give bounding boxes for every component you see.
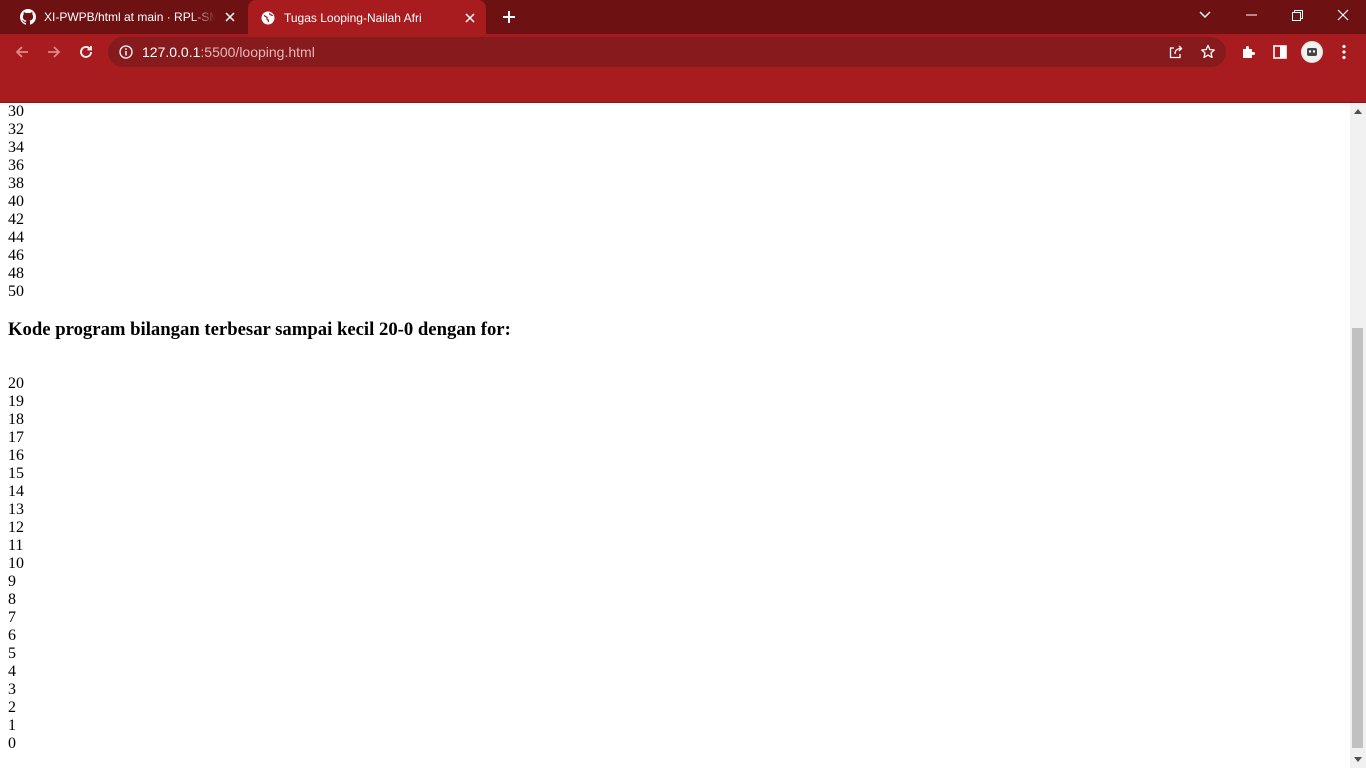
scrollbar-thumb[interactable] — [1352, 328, 1363, 748]
number-line: 19 — [8, 393, 24, 410]
new-tab-button[interactable] — [498, 7, 520, 27]
page-viewport: 30 32 34 36 38 40 42 44 46 48 50 Kode program bila… — [0, 103, 1350, 768]
back-button[interactable] — [8, 38, 36, 66]
page-content: 30 32 34 36 38 40 42 44 46 48 50 Kode program bila… — [8, 103, 511, 753]
tab-looping[interactable]: Tugas Looping-Nailah Afri — [248, 0, 486, 35]
browser-toolbar: 127.0.0.1:5500/looping.html — [0, 34, 1366, 70]
avatar-icon — [1301, 41, 1323, 63]
tab-github[interactable]: XI-PWPB/html at main · RPL-SMK — [8, 0, 246, 34]
side-panel-icon[interactable] — [1266, 38, 1294, 66]
minimize-button[interactable] — [1228, 0, 1274, 30]
tab-title: Tugas Looping-Nailah Afri — [284, 10, 422, 25]
number-line: 34 — [8, 139, 24, 156]
profile-avatar[interactable] — [1298, 38, 1326, 66]
countdown-output: 20 19 18 17 16 15 14 13 12 11 10 9 8 7 6 5 4 3 2 1 0 — [8, 375, 511, 753]
number-line: 20 — [8, 375, 24, 392]
even-numbers-output: 30 32 34 36 38 40 42 44 46 48 50 — [8, 103, 511, 301]
url-path: :5500/looping.html — [200, 44, 315, 60]
number-line: 2 — [8, 699, 16, 716]
number-line: 11 — [8, 537, 24, 554]
globe-icon — [260, 10, 276, 26]
close-icon[interactable] — [222, 9, 238, 25]
number-line: 36 — [8, 157, 24, 174]
number-line: 32 — [8, 121, 24, 138]
url-text[interactable]: 127.0.0.1:5500/looping.html — [142, 44, 315, 60]
forward-button[interactable] — [40, 38, 68, 66]
number-line: 7 — [8, 609, 16, 626]
reload-button[interactable] — [72, 38, 100, 66]
number-line: 50 — [8, 283, 24, 300]
number-line: 9 — [8, 573, 16, 590]
number-line: 8 — [8, 591, 16, 608]
scroll-up-arrow-icon[interactable] — [1350, 103, 1366, 120]
menu-kebab-icon[interactable] — [1330, 38, 1358, 66]
number-line: 38 — [8, 175, 24, 192]
number-line: 12 — [8, 519, 24, 536]
scroll-down-arrow-icon[interactable] — [1350, 751, 1366, 768]
number-line: 13 — [8, 501, 24, 518]
number-line: 16 — [8, 447, 24, 464]
close-window-button[interactable] — [1320, 0, 1366, 30]
number-line: 5 — [8, 645, 16, 662]
section-heading: Kode program bilangan terbesar sampai ke… — [8, 319, 511, 340]
number-line: 15 — [8, 465, 24, 482]
github-icon — [20, 9, 36, 25]
info-icon[interactable] — [118, 44, 134, 60]
number-line: 40 — [8, 193, 24, 210]
number-line: 14 — [8, 483, 24, 500]
number-line: 42 — [8, 211, 24, 228]
number-line: 48 — [8, 265, 24, 282]
extensions-icon[interactable] — [1234, 38, 1262, 66]
number-line: 10 — [8, 555, 24, 572]
tab-strip: XI-PWPB/html at main · RPL-SMK Tugas Loo… — [0, 0, 1366, 35]
restore-button[interactable] — [1274, 0, 1320, 30]
vertical-scrollbar[interactable] — [1350, 103, 1366, 768]
number-line: 6 — [8, 627, 16, 644]
bookmarks-bar — [0, 70, 1366, 103]
number-line: 46 — [8, 247, 24, 264]
number-line: 0 — [8, 735, 16, 752]
share-icon[interactable] — [1166, 42, 1186, 62]
number-line: 44 — [8, 229, 24, 246]
number-line: 30 — [8, 103, 24, 120]
tab-title: XI-PWPB/html at main · RPL-SMK — [44, 10, 216, 24]
number-line: 18 — [8, 411, 24, 428]
number-line: 3 — [8, 681, 16, 698]
address-bar[interactable]: 127.0.0.1:5500/looping.html — [108, 37, 1226, 67]
number-line: 1 — [8, 717, 16, 734]
number-line: 17 — [8, 429, 24, 446]
bookmark-star-icon[interactable] — [1198, 42, 1218, 62]
url-host: 127.0.0.1 — [142, 44, 201, 60]
tab-search-button[interactable] — [1182, 0, 1228, 30]
close-icon[interactable] — [462, 10, 478, 26]
number-line: 4 — [8, 663, 16, 680]
